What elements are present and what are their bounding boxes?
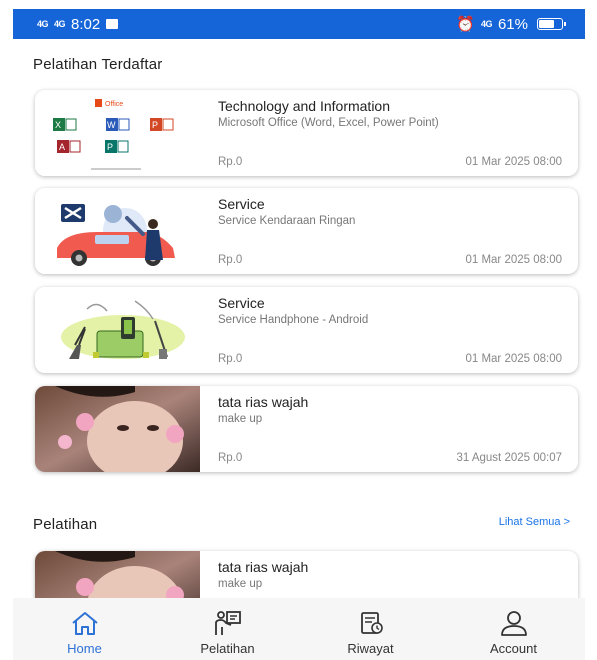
card-title: Service: [218, 196, 265, 212]
card-date: 01 Mar 2025 08:00: [465, 353, 562, 365]
status-left: 4G 4G 8:02: [37, 15, 119, 33]
registered-card-makeup[interactable]: tata rias wajah make up Rp.0 31 Agust 20…: [35, 386, 578, 472]
alarm-icon: ⏰: [456, 16, 475, 33]
phone-repair-thumbnail: [35, 287, 200, 373]
nav-history[interactable]: Riwayat: [311, 598, 431, 660]
status-time: 8:02: [71, 15, 101, 33]
home-icon: [71, 612, 98, 635]
history-icon: [360, 612, 383, 634]
card-price: Rp.0: [218, 353, 243, 365]
bottom-navigation: Home Pelatihan Riwayat Account: [13, 598, 585, 660]
card-title: tata rias wajah: [218, 559, 309, 575]
svg-text:Office: Office: [105, 101, 123, 108]
see-all-link[interactable]: Lihat Semua >: [499, 516, 570, 528]
card-subtitle: Service Handphone - Android: [218, 314, 369, 326]
car-service-thumbnail: [35, 188, 200, 274]
nav-label: Riwayat: [347, 641, 394, 656]
nav-label: Home: [67, 641, 102, 656]
account-icon: [500, 611, 527, 636]
card-title: Service: [218, 295, 265, 311]
card-subtitle: make up: [218, 578, 263, 590]
signal-icon: 4G: [480, 18, 493, 29]
office-thumbnail: Office X W P A P: [35, 90, 200, 176]
training-icon: [214, 611, 241, 635]
signal-icon: 4G: [37, 18, 49, 29]
nav-account[interactable]: Account: [454, 598, 574, 660]
card-subtitle: Service Kendaraan Ringan: [218, 215, 356, 227]
office-logos-icon: Office X W P A P: [35, 90, 200, 176]
battery-fill: [539, 20, 554, 28]
svg-text:A: A: [59, 142, 65, 152]
svg-text:P: P: [152, 120, 158, 130]
card-date: 01 Mar 2025 08:00: [465, 254, 562, 266]
card-date: 31 Agust 2025 00:07: [456, 452, 562, 464]
card-price: Rp.0: [218, 156, 243, 168]
nav-home[interactable]: Home: [25, 598, 145, 660]
status-bar: 4G 4G 8:02 ⏰ 4G 61%: [13, 9, 585, 39]
section-title-registered: Pelatihan Terdaftar: [33, 56, 163, 73]
card-price: Rp.0: [218, 254, 243, 266]
svg-text:P: P: [107, 142, 113, 152]
makeup-photo-icon: [35, 386, 200, 472]
card-title: tata rias wajah: [218, 394, 309, 410]
signal-icon: 4G: [54, 18, 66, 29]
card-subtitle: make up: [218, 413, 263, 425]
makeup-thumbnail: [35, 386, 200, 472]
status-right: ⏰ 4G 61%: [456, 15, 566, 33]
battery-icon: [537, 18, 566, 30]
phone-repair-icon: [35, 287, 200, 373]
svg-text:X: X: [55, 120, 61, 130]
card-price: Rp.0: [218, 452, 243, 464]
registered-card-phone-service[interactable]: Service Service Handphone - Android Rp.0…: [35, 287, 578, 373]
nav-training[interactable]: Pelatihan: [168, 598, 288, 660]
section-title-training: Pelatihan: [33, 516, 98, 533]
card-date: 01 Mar 2025 08:00: [465, 156, 562, 168]
battery-percent: 61%: [497, 15, 528, 33]
registered-card-vehicle-service[interactable]: Service Service Kendaraan Ringan Rp.0 01…: [35, 188, 578, 274]
card-subtitle: Microsoft Office (Word, Excel, Power Poi…: [218, 117, 439, 129]
car-service-icon: [35, 188, 200, 274]
nav-label: Pelatihan: [200, 641, 255, 656]
svg-text:W: W: [107, 120, 116, 130]
card-title: Technology and Information: [218, 98, 390, 114]
nav-label: Account: [490, 641, 537, 656]
notification-icon: [106, 19, 119, 29]
registered-card-office[interactable]: Office X W P A P Technology and Informat…: [35, 90, 578, 176]
